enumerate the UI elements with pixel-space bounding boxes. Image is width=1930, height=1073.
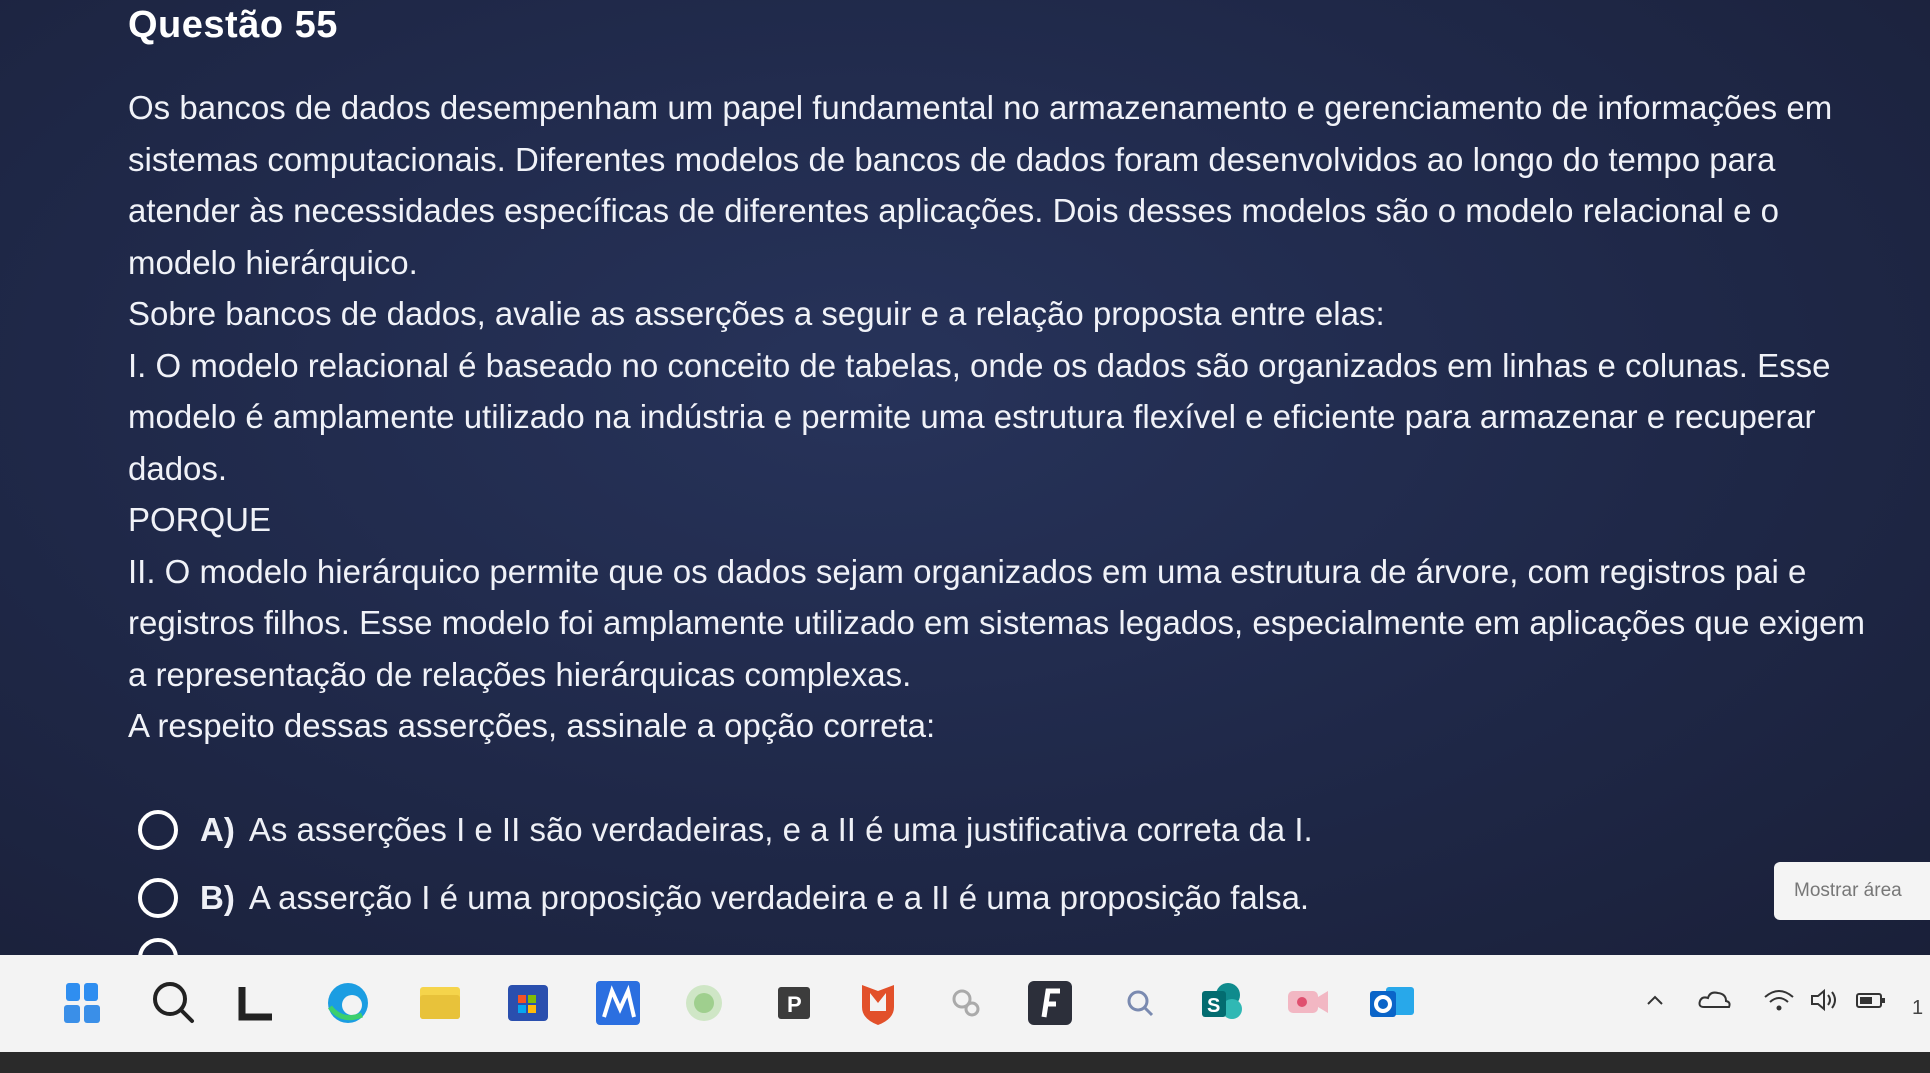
option-letter: A) xyxy=(200,811,235,848)
widgets-icon[interactable] xyxy=(58,977,110,1029)
radio-button-icon[interactable] xyxy=(138,938,178,955)
question-title: Questão 55 xyxy=(128,4,338,46)
outlook-icon[interactable] xyxy=(1366,977,1418,1029)
app-f-icon[interactable] xyxy=(1024,977,1076,1029)
option-c-partial[interactable] xyxy=(138,938,1368,955)
question-prompt: A respeito dessas asserções, assinale a … xyxy=(128,707,936,744)
search-small-icon[interactable] xyxy=(1114,977,1166,1029)
assertion-two: II. O modelo hierárquico permite que os … xyxy=(128,552,1866,693)
option-b[interactable]: B) A asserção I é uma proposição verdade… xyxy=(138,864,1313,932)
option-letter: B) xyxy=(200,879,235,916)
app-green-icon[interactable] xyxy=(678,977,730,1029)
radio-button-icon[interactable] xyxy=(138,878,178,918)
assertion-connector: PORQUE xyxy=(128,501,272,538)
option-a[interactable]: A) As asserções I e II são verdadeiras, … xyxy=(138,796,1313,864)
question-intro: Os bancos de dados desempenham um papel … xyxy=(128,89,1833,281)
sharepoint-icon[interactable]: S xyxy=(1196,977,1248,1029)
clock-fragment[interactable]: 1 xyxy=(1912,997,1923,1020)
option-text: A asserção I é uma proposição verdadeira… xyxy=(248,879,1310,916)
edge-icon[interactable] xyxy=(322,977,374,1029)
answer-options: A) As asserções I e II são verdadeiras, … xyxy=(138,796,1313,932)
search-icon[interactable] xyxy=(148,977,200,1029)
wifi-icon[interactable] xyxy=(1762,985,1796,1021)
camera-app-icon[interactable] xyxy=(1282,977,1334,1029)
letter-l-icon[interactable] xyxy=(232,977,284,1029)
quiz-screen: Questão 55 Os bancos de dados desempenha… xyxy=(0,0,1930,955)
taskbar: P S 1 xyxy=(0,955,1930,1052)
svg-text:S: S xyxy=(1207,995,1220,1017)
volume-icon[interactable] xyxy=(1808,985,1842,1021)
radio-button-icon[interactable] xyxy=(138,810,178,850)
question-body: Os bancos de dados desempenham um papel … xyxy=(128,82,1868,752)
question-instruction: Sobre bancos de dados, avalie as asserçõ… xyxy=(128,295,1385,332)
app-gray-icon[interactable] xyxy=(940,977,992,1029)
option-text: As asserções I e II são verdadeiras, e a… xyxy=(248,811,1313,848)
shield-app-icon[interactable] xyxy=(852,977,904,1029)
battery-icon[interactable] xyxy=(1854,985,1888,1021)
cloud-icon[interactable] xyxy=(1696,985,1732,1021)
store-icon[interactable] xyxy=(502,977,554,1029)
show-area-button[interactable]: Mostrar área xyxy=(1774,862,1930,920)
monitor-bezel xyxy=(0,1052,1930,1073)
svg-text:P: P xyxy=(787,992,802,1017)
app-p-icon[interactable]: P xyxy=(768,977,820,1029)
assertion-one: I. O modelo relacional é baseado no conc… xyxy=(128,346,1831,487)
file-explorer-icon[interactable] xyxy=(414,977,466,1029)
app-m-icon[interactable] xyxy=(592,977,644,1029)
chevron-up-icon[interactable] xyxy=(1640,985,1670,1021)
